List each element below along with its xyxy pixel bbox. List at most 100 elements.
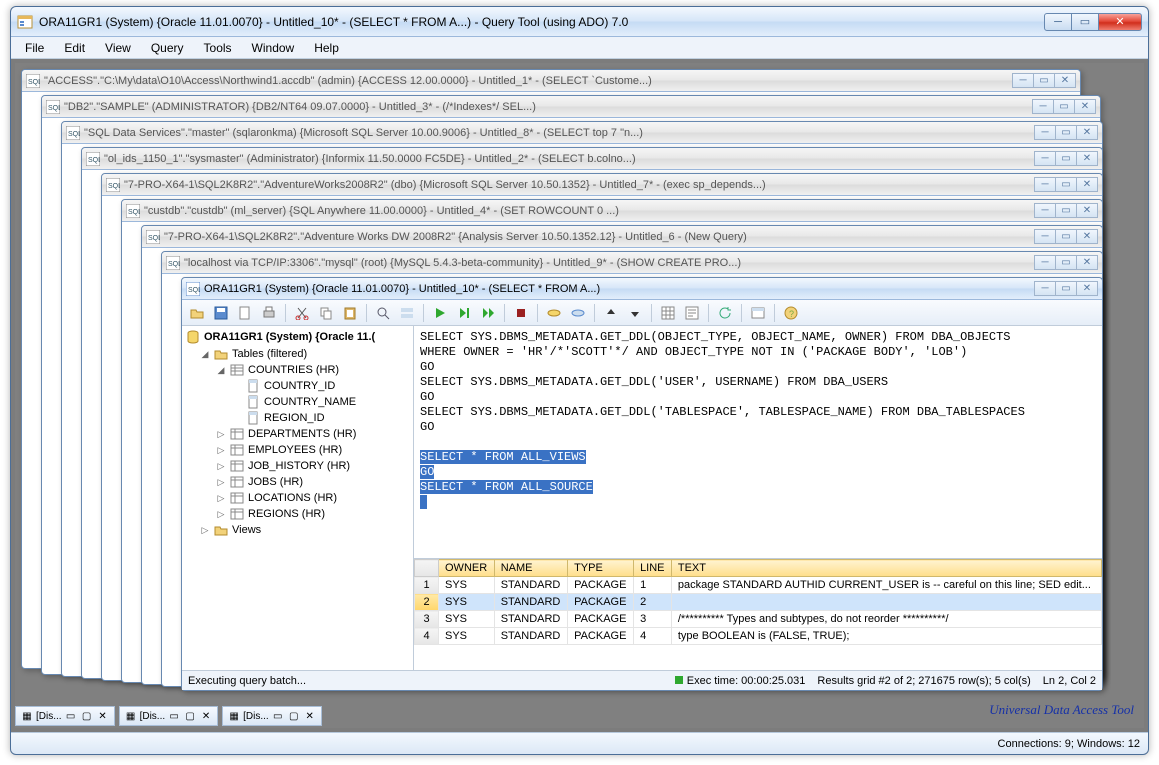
menu-tools[interactable]: Tools	[194, 39, 242, 57]
restore-icon[interactable]: ▭	[64, 709, 78, 723]
commit-icon[interactable]	[543, 302, 565, 324]
refresh-icon[interactable]	[714, 302, 736, 324]
close-button[interactable]: ✕	[1098, 13, 1142, 31]
column-icon	[246, 379, 260, 393]
close-icon[interactable]: ✕	[96, 709, 110, 723]
child-min[interactable]: ─	[1034, 281, 1056, 296]
expand-icon[interactable]: ▷	[216, 493, 226, 504]
menu-edit[interactable]: Edit	[54, 39, 95, 57]
tree-table[interactable]: ▷JOB_HISTORY (HR)	[184, 458, 411, 474]
nav-up-icon[interactable]	[600, 302, 622, 324]
mdi-child-active[interactable]: SQL ORA11GR1 (System) {Oracle 11.01.0070…	[181, 277, 1103, 691]
tree-views[interactable]: ▷Views	[184, 522, 411, 538]
menu-help[interactable]: Help	[304, 39, 349, 57]
main-titlebar[interactable]: ORA11GR1 (System) {Oracle 11.01.0070} - …	[11, 7, 1148, 37]
max-icon[interactable]: ▢	[80, 709, 94, 723]
table-row-selected[interactable]: 2SYSSTANDARDPACKAGE2	[415, 594, 1102, 611]
mdi-taskbar: ▦[Dis...▭▢✕ ▦[Dis...▭▢✕ ▦[Dis...▭▢✕	[15, 704, 322, 728]
col-type[interactable]: TYPE	[568, 560, 634, 577]
minimized-window[interactable]: ▦[Dis...▭▢✕	[15, 706, 115, 726]
col-line[interactable]: LINE	[634, 560, 672, 577]
tree-col[interactable]: COUNTRY_ID	[184, 378, 411, 394]
collapse-icon[interactable]: ◢	[216, 365, 226, 376]
restore-icon[interactable]: ▭	[271, 709, 285, 723]
close-icon[interactable]: ✕	[199, 709, 213, 723]
child-min[interactable]: ─	[1012, 73, 1034, 88]
svg-text:SQL: SQL	[148, 235, 160, 242]
restore-icon[interactable]: ▭	[167, 709, 181, 723]
expand-icon[interactable]: ▷	[216, 477, 226, 488]
sql-icon: SQL	[106, 178, 120, 192]
child-max[interactable]: ▭	[1033, 73, 1055, 88]
open-icon[interactable]	[186, 302, 208, 324]
child-close[interactable]: ✕	[1054, 73, 1076, 88]
replace-icon[interactable]	[396, 302, 418, 324]
run-step-icon[interactable]	[453, 302, 475, 324]
paste-icon[interactable]	[339, 302, 361, 324]
col-owner[interactable]: OWNER	[439, 560, 495, 577]
status-cursor: Ln 2, Col 2	[1043, 675, 1096, 687]
minimized-window[interactable]: ▦[Dis...▭▢✕	[119, 706, 219, 726]
expand-icon[interactable]: ▷	[216, 461, 226, 472]
active-titlebar[interactable]: SQL ORA11GR1 (System) {Oracle 11.01.0070…	[182, 278, 1102, 300]
print-icon[interactable]	[258, 302, 280, 324]
tree-table[interactable]: ▷LOCATIONS (HR)	[184, 490, 411, 506]
textout-icon[interactable]	[681, 302, 703, 324]
tree-tables[interactable]: ◢Tables (filtered)	[184, 346, 411, 362]
run-all-icon[interactable]	[477, 302, 499, 324]
tree-table[interactable]: ▷DEPARTMENTS (HR)	[184, 426, 411, 442]
max-icon[interactable]: ▢	[183, 709, 197, 723]
rollback-icon[interactable]	[567, 302, 589, 324]
copy-icon[interactable]	[315, 302, 337, 324]
save-icon[interactable]	[210, 302, 232, 324]
tree-table-countries[interactable]: ◢COUNTRIES (HR)	[184, 362, 411, 378]
close-icon[interactable]: ✕	[303, 709, 317, 723]
main-statusbar: Connections: 9; Windows: 12	[11, 732, 1148, 754]
collapse-icon[interactable]: ◢	[200, 349, 210, 360]
new-icon[interactable]	[234, 302, 256, 324]
child-max[interactable]: ▭	[1055, 281, 1077, 296]
expand-icon[interactable]: ▷	[200, 525, 210, 536]
table-row[interactable]: 1SYSSTANDARDPACKAGE1package STANDARD AUT…	[415, 577, 1102, 594]
menu-window[interactable]: Window	[242, 39, 305, 57]
menu-query[interactable]: Query	[141, 39, 194, 57]
tree-table[interactable]: ▷JOBS (HR)	[184, 474, 411, 490]
cut-icon[interactable]	[291, 302, 313, 324]
table-icon	[230, 507, 244, 521]
tree-table[interactable]: ▷EMPLOYEES (HR)	[184, 442, 411, 458]
expand-icon[interactable]: ▷	[216, 445, 226, 456]
new-window-icon[interactable]	[747, 302, 769, 324]
max-icon[interactable]: ▢	[287, 709, 301, 723]
menu-view[interactable]: View	[95, 39, 141, 57]
col-text[interactable]: TEXT	[671, 560, 1101, 577]
col-rownum[interactable]	[415, 560, 439, 577]
maximize-button[interactable]: ▭	[1071, 13, 1099, 31]
tree-table[interactable]: ▷REGIONS (HR)	[184, 506, 411, 522]
object-tree[interactable]: ORA11GR1 (System) {Oracle 11.( ◢Tables (…	[182, 326, 414, 670]
help-icon[interactable]: ?	[780, 302, 802, 324]
stop-icon[interactable]	[510, 302, 532, 324]
tree-col[interactable]: REGION_ID	[184, 410, 411, 426]
child-close[interactable]: ✕	[1076, 281, 1098, 296]
expand-icon[interactable]: ▷	[216, 509, 226, 520]
sql-editor[interactable]: SELECT SYS.DBMS_METADATA.GET_DDL(OBJECT_…	[414, 326, 1102, 558]
svg-text:SQL: SQL	[68, 131, 80, 138]
table-icon	[230, 475, 244, 489]
menu-file[interactable]: File	[15, 39, 54, 57]
expand-icon[interactable]: ▷	[216, 429, 226, 440]
table-row[interactable]: 4SYSSTANDARDPACKAGE4type BOOLEAN is (FAL…	[415, 628, 1102, 645]
run-icon[interactable]	[429, 302, 451, 324]
results-grid[interactable]: OWNER NAME TYPE LINE TEXT 1SYSSTANDARDPA…	[414, 558, 1102, 670]
table-row[interactable]: 3SYSSTANDARDPACKAGE3/********** Types an…	[415, 611, 1102, 628]
minimized-window[interactable]: ▦[Dis...▭▢✕	[222, 706, 322, 726]
grid-icon[interactable]	[657, 302, 679, 324]
sql-icon: SQL	[146, 230, 160, 244]
sql-icon: SQL	[66, 126, 80, 140]
status-results: Results grid #2 of 2; 271675 row(s); 5 c…	[817, 675, 1030, 687]
minimize-button[interactable]: ─	[1044, 13, 1072, 31]
tree-col[interactable]: COUNTRY_NAME	[184, 394, 411, 410]
find-icon[interactable]	[372, 302, 394, 324]
tree-root[interactable]: ORA11GR1 (System) {Oracle 11.(	[184, 328, 411, 346]
col-name[interactable]: NAME	[494, 560, 567, 577]
nav-down-icon[interactable]	[624, 302, 646, 324]
